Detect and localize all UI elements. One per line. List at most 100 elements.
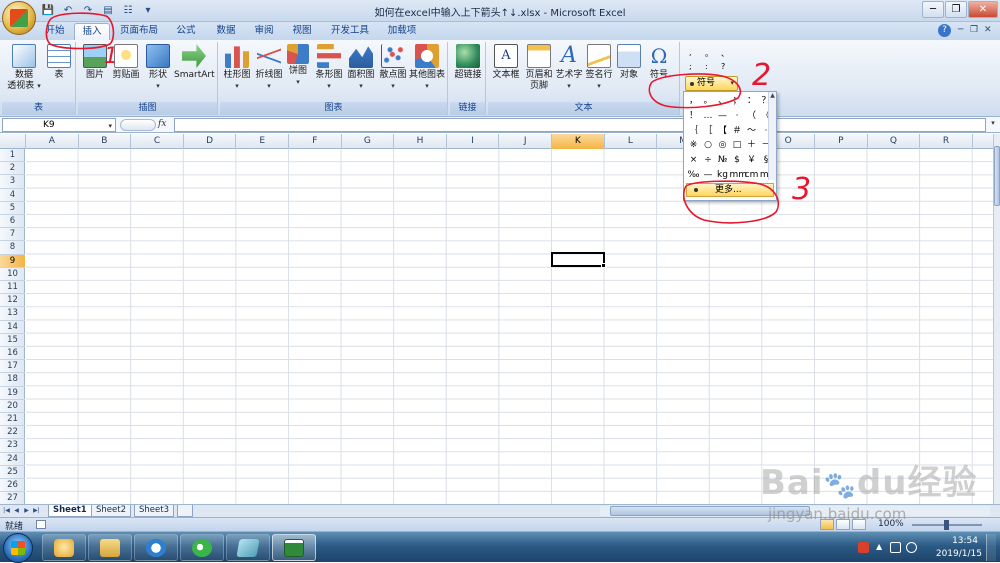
signature-line-button[interactable]: 签名行 ▾ bbox=[584, 44, 614, 92]
clock-time[interactable]: 13:54 bbox=[928, 536, 978, 546]
hyperlink-button[interactable]: 超链接 bbox=[452, 44, 484, 81]
row-header-12[interactable]: 12 bbox=[0, 294, 25, 308]
horizontal-scrollbar[interactable] bbox=[600, 506, 990, 516]
row-header-18[interactable]: 18 bbox=[0, 373, 25, 387]
column-header-b[interactable]: B bbox=[79, 134, 132, 149]
taskbar-app-explorer[interactable] bbox=[88, 534, 132, 561]
ribbon-minimize-icon[interactable]: ─ bbox=[958, 25, 963, 35]
object-button[interactable]: 对象 bbox=[616, 44, 642, 81]
close-button[interactable]: ✕ bbox=[968, 1, 998, 18]
mini-symbol[interactable]: 。 bbox=[705, 48, 713, 59]
symbol-panel-scrollbar[interactable]: ▲ bbox=[768, 92, 776, 180]
formula-input[interactable] bbox=[174, 118, 986, 132]
clock-date[interactable]: 2019/1/15 bbox=[922, 549, 982, 559]
column-header-e[interactable]: E bbox=[236, 134, 289, 149]
row-header-9[interactable]: 9 bbox=[0, 254, 25, 268]
chevron-down-icon[interactable]: ▾ bbox=[108, 120, 112, 132]
line-chart-button[interactable]: 折线图 ▾ bbox=[254, 44, 284, 92]
scroll-up-icon[interactable]: ▲ bbox=[769, 92, 776, 99]
symbol-cell[interactable]: — bbox=[715, 109, 730, 124]
symbol-cell[interactable]: 、 bbox=[715, 94, 730, 109]
row-header-19[interactable]: 19 bbox=[0, 387, 25, 400]
cell-area[interactable] bbox=[26, 149, 993, 504]
row-header-1[interactable]: 1 bbox=[0, 149, 25, 163]
row-header-2[interactable]: 2 bbox=[0, 162, 25, 176]
row-header-10[interactable]: 10 bbox=[0, 268, 25, 281]
taskbar-app-sogou[interactable] bbox=[134, 534, 178, 561]
column-header-g[interactable]: G bbox=[342, 134, 395, 149]
row-header-5[interactable]: 5 bbox=[0, 202, 25, 215]
row-header-17[interactable]: 17 bbox=[0, 360, 25, 374]
tab-page-layout[interactable]: 页面布局 bbox=[116, 23, 162, 40]
special-symbol-dropdown-button[interactable]: 符号 ▾ bbox=[685, 76, 738, 91]
scatter-chart-button[interactable]: 散点图 ▾ bbox=[378, 44, 408, 92]
name-box[interactable]: K9 ▾ bbox=[2, 118, 116, 132]
zoom-level[interactable]: 100% bbox=[878, 519, 904, 529]
prev-sheet-icon[interactable]: ◀ bbox=[12, 506, 21, 516]
vertical-scroll-thumb[interactable] bbox=[994, 146, 1000, 206]
table-button[interactable]: 表 bbox=[46, 44, 72, 81]
header-footer-button[interactable]: 页眉和 页脚 bbox=[524, 44, 554, 92]
insert-function-button[interactable]: fx bbox=[158, 119, 166, 129]
symbol-cell[interactable]: ※ bbox=[686, 138, 701, 153]
active-cell[interactable] bbox=[551, 252, 606, 268]
row-header-22[interactable]: 22 bbox=[0, 426, 25, 440]
symbol-cell[interactable]: ！ bbox=[686, 109, 701, 124]
vertical-scrollbar[interactable] bbox=[993, 134, 1000, 504]
row-header-16[interactable]: 16 bbox=[0, 347, 25, 361]
column-header-q[interactable]: Q bbox=[868, 134, 921, 149]
row-header-26[interactable]: 26 bbox=[0, 479, 25, 493]
symbol-cell[interactable]: 【 bbox=[715, 124, 730, 139]
symbol-cell[interactable]: ◎ bbox=[715, 138, 730, 153]
zoom-slider-knob[interactable] bbox=[944, 520, 949, 530]
page-layout-view-button[interactable] bbox=[836, 519, 850, 530]
symbol-cell[interactable]: ￥ bbox=[744, 153, 759, 168]
mini-symbol[interactable]: ? bbox=[721, 62, 725, 71]
symbol-cell[interactable]: ＋ bbox=[744, 138, 759, 153]
symbol-cell[interactable]: mm bbox=[730, 168, 748, 183]
select-all-corner[interactable] bbox=[0, 134, 26, 149]
tab-home[interactable]: 开始 bbox=[42, 23, 68, 40]
column-header-c[interactable]: C bbox=[131, 134, 184, 149]
column-header-j[interactable]: J bbox=[499, 134, 552, 149]
ribbon-close-icon[interactable]: ✕ bbox=[984, 25, 992, 35]
row-header-23[interactable]: 23 bbox=[0, 439, 25, 453]
pie-chart-button[interactable]: 饼图 ▾ bbox=[286, 44, 310, 88]
normal-view-button[interactable] bbox=[820, 519, 834, 530]
row-header-8[interactable]: 8 bbox=[0, 241, 25, 255]
first-sheet-icon[interactable]: |◀ bbox=[2, 506, 11, 516]
symbol-cell[interactable]: — bbox=[701, 168, 716, 183]
page-break-view-button[interactable] bbox=[852, 519, 866, 530]
show-desktop-button[interactable] bbox=[986, 534, 996, 561]
sheet-tab-2[interactable]: Sheet2 bbox=[91, 505, 131, 517]
column-header-k[interactable]: K bbox=[552, 134, 605, 149]
area-chart-button[interactable]: 面积图 ▾ bbox=[346, 44, 376, 92]
pivot-table-button[interactable]: 数据 透视表 ▾ bbox=[6, 44, 42, 92]
row-header-27[interactable]: 27 bbox=[0, 492, 25, 504]
tab-data[interactable]: 数据 bbox=[210, 23, 242, 40]
mini-symbol[interactable]: , bbox=[689, 48, 692, 57]
ribbon-restore-icon[interactable]: ❐ bbox=[970, 25, 978, 35]
mini-symbol[interactable]: 、 bbox=[721, 48, 729, 59]
symbol-cell[interactable]: （ bbox=[744, 109, 759, 124]
symbol-cell[interactable]: № bbox=[715, 153, 730, 168]
fill-handle[interactable] bbox=[601, 263, 606, 268]
symbol-cell[interactable]: ‰ bbox=[686, 168, 701, 183]
column-header-p[interactable]: P bbox=[815, 134, 868, 149]
row-header-21[interactable]: 21 bbox=[0, 413, 25, 427]
show-hidden-icons-icon[interactable]: ▲ bbox=[876, 542, 887, 553]
column-header-d[interactable]: D bbox=[184, 134, 237, 149]
taskbar-app-window[interactable] bbox=[226, 534, 270, 561]
column-header-r[interactable]: R bbox=[920, 134, 973, 149]
symbol-cell[interactable]: ， bbox=[686, 94, 701, 109]
sheet-tab-3[interactable]: Sheet3 bbox=[134, 505, 174, 517]
symbol-button[interactable]: Ω 符号 bbox=[646, 44, 672, 81]
column-chart-button[interactable]: 柱形图 ▾ bbox=[222, 44, 252, 92]
expand-formula-bar-icon[interactable]: ▾ bbox=[988, 119, 998, 131]
sogou-input-icon[interactable] bbox=[858, 542, 869, 553]
next-sheet-icon[interactable]: ▶ bbox=[22, 506, 31, 516]
symbol-cell[interactable]: ［ bbox=[701, 124, 716, 139]
column-header-a[interactable]: A bbox=[26, 134, 79, 149]
symbol-cell[interactable]: · bbox=[730, 109, 745, 124]
network-icon[interactable] bbox=[890, 542, 901, 553]
